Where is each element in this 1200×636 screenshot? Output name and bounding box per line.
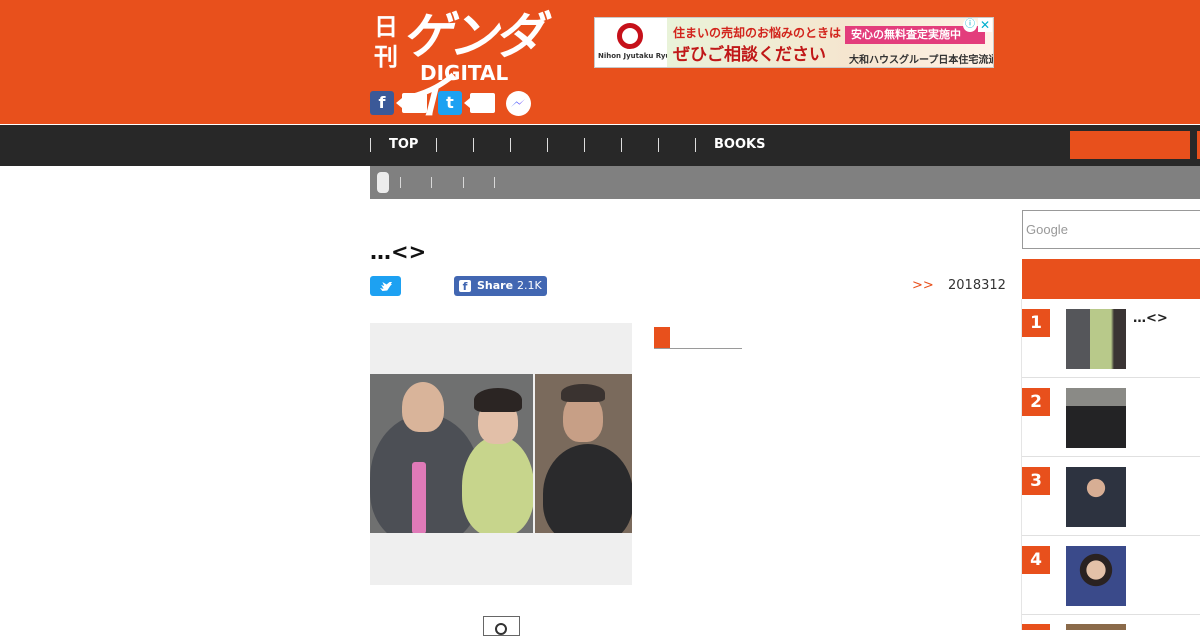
nav-item-books[interactable]: BOOKS (714, 137, 765, 153)
twitter-count (464, 93, 495, 113)
nav-separator (510, 138, 511, 152)
nav-separator (473, 138, 474, 152)
rank-number-partial (1022, 624, 1050, 630)
nav-item-7[interactable] (627, 137, 657, 153)
site-header: 日刊 ゲンダイ DIGITAL Nihon Jyutaku Ryutu. 住まい… (0, 0, 1200, 125)
facebook-count (396, 93, 427, 113)
nav-separator (658, 138, 659, 152)
nav-separator (547, 138, 548, 152)
article-photo[interactable] (370, 323, 632, 585)
sub-nav-active-item[interactable] (377, 172, 389, 193)
rank-number: 3 (1022, 467, 1050, 495)
ad-logo-ring (617, 23, 643, 49)
breadcrumb-link[interactable]: >> (912, 278, 934, 294)
google-search-input[interactable]: Google (1022, 210, 1200, 249)
tweet-button[interactable] (370, 276, 401, 296)
rank-number: 1 (1022, 309, 1050, 337)
nav-separator (436, 138, 437, 152)
ranking-item[interactable]: 2 (1022, 378, 1200, 457)
rank-thumbnail (1066, 546, 1126, 606)
nav-item-5[interactable] (553, 137, 583, 153)
ad-body: 住まいの売却のお悩みのときは ぜひご相談ください 安心の無料査定実施中 大和ハウ… (667, 18, 993, 67)
nav-item-4[interactable] (516, 137, 546, 153)
ad-line1: 住まいの売却のお悩みのときは (673, 26, 842, 40)
ranking-item[interactable]: 1 …<> (1022, 299, 1200, 378)
ranking-header (1022, 259, 1200, 299)
nav-item-8[interactable] (664, 137, 694, 153)
ranking-item[interactable]: 4 (1022, 536, 1200, 615)
nav-item-top[interactable]: TOP (389, 137, 418, 153)
related-underline (654, 348, 742, 349)
sub-nav-separator (494, 177, 495, 188)
rank-thumbnail (1066, 388, 1126, 448)
sub-nav-separator (431, 177, 432, 188)
logo-kan: 日刊 (374, 12, 398, 71)
nav-item-6[interactable] (590, 137, 620, 153)
rank-title: …<> (1133, 311, 1168, 326)
rank-thumbnail (1066, 309, 1126, 369)
ranking-item[interactable]: 3 (1022, 457, 1200, 536)
ad-footer: 大和ハウスグループ日本住宅流通へ (849, 55, 994, 66)
rank-thumbnail (1066, 467, 1126, 527)
facebook-share-button[interactable]: f Share 2.1K (454, 276, 547, 296)
share-count: 2.1K (517, 279, 542, 292)
rank-number: 4 (1022, 546, 1050, 574)
rank-number: 2 (1022, 388, 1050, 416)
rank-thumbnail-partial (1066, 624, 1126, 630)
article-date: 2018312 (948, 278, 1006, 293)
photo-couple (370, 374, 533, 533)
ad-line2: ぜひご相談ください (673, 45, 826, 65)
photo-official (535, 374, 632, 533)
nav-item-3[interactable] (479, 137, 509, 153)
sub-nav (370, 166, 1200, 199)
twitter-icon[interactable]: t (438, 91, 462, 115)
related-marker (654, 327, 670, 348)
sub-nav-separator (463, 177, 464, 188)
site-logo[interactable]: 日刊 ゲンダイ DIGITAL (372, 7, 552, 125)
nav-item-2[interactable] (442, 137, 472, 153)
nav-search-button[interactable] (1070, 131, 1190, 159)
article-title: …<> (370, 240, 427, 264)
info-icon[interactable]: ⓘ (963, 18, 977, 32)
facebook-icon[interactable]: f (370, 91, 394, 115)
header-ad-banner[interactable]: Nihon Jyutaku Ryutu. 住まいの売却のお悩みのときは ぜひご相… (594, 17, 994, 68)
ad-advertiser-logo: Nihon Jyutaku Ryutu. (595, 18, 681, 67)
messenger-icon[interactable] (506, 91, 531, 116)
nav-separator (695, 138, 696, 152)
nav-separator (584, 138, 585, 152)
nav-separator (621, 138, 622, 152)
share-label: Share (477, 279, 514, 292)
search-placeholder: Google (1026, 222, 1068, 237)
logo-sub: DIGITAL (420, 61, 509, 85)
nav-separator (370, 138, 371, 152)
facebook-icon: f (459, 280, 471, 293)
sub-nav-separator (400, 177, 401, 188)
close-icon[interactable]: ✕ (978, 18, 992, 32)
main-nav: TOP BOOKS (0, 125, 1200, 166)
zoom-icon[interactable] (483, 616, 520, 636)
